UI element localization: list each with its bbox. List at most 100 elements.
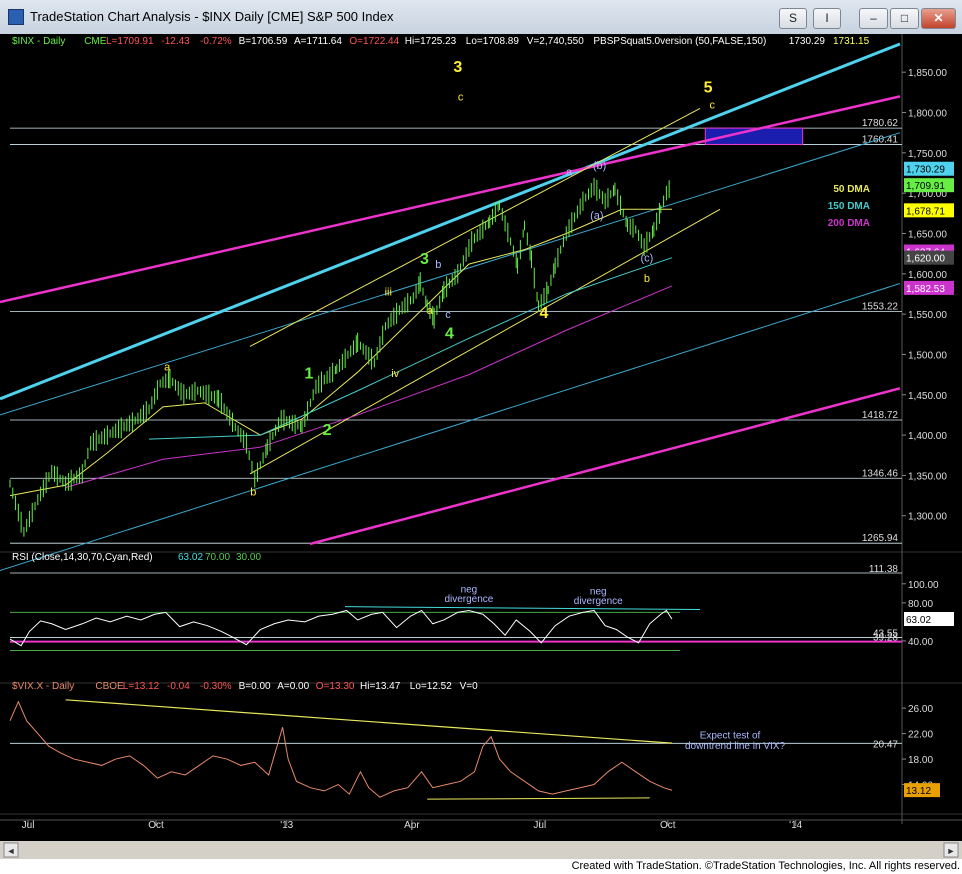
horizontal-scrollbar — [0, 841, 962, 859]
price-axis-tick-label: 1,400.00 — [908, 431, 947, 442]
rsi-axis-tick-label: 100.00 — [908, 580, 939, 591]
vix-header-field: Hi=13.47 — [360, 681, 401, 692]
rsi-level-label: 39.28 — [873, 633, 898, 644]
price-header-field: -12.43 — [161, 36, 190, 47]
wave-label: (b) — [593, 160, 606, 172]
price-header-field: -0.72% — [200, 36, 232, 47]
price-header-field: CME — [84, 36, 107, 47]
wave-label: (c) — [640, 253, 653, 265]
price-axis-tick-label: 1,450.00 — [908, 391, 947, 402]
price-axis-tick-label: 1,600.00 — [908, 270, 947, 281]
rsi-current-tag: 63.02 — [906, 615, 931, 626]
price-level-label: 1346.46 — [862, 468, 899, 479]
minimize-button[interactable]: – — [859, 8, 888, 29]
maximize-button[interactable]: □ — [890, 8, 919, 29]
vix-header-field: -0.04 — [167, 681, 190, 692]
price-tag-label: 1,582.53 — [906, 284, 945, 295]
price-axis-tick-label: 1,550.00 — [908, 310, 947, 321]
price-level-label: 1780.62 — [862, 118, 899, 129]
rsi-header-overbought: 70.00 — [205, 552, 230, 563]
vix-axis-tick-label: 22.00 — [908, 730, 933, 741]
vix-header-field: CBOE — [95, 681, 124, 692]
price-tag-label: 1,730.29 — [906, 165, 945, 176]
price-tag-label: 1,620.00 — [906, 254, 945, 265]
price-axis-tick-label: 1,800.00 — [908, 109, 947, 120]
time-axis-tick-label: Apr — [404, 820, 420, 831]
rsi-header-value: 63.02 — [178, 552, 203, 563]
vix-header-field: B=0.00 — [239, 681, 271, 692]
time-axis-tick-label: Jul — [22, 820, 35, 831]
scroll-right-icon: ► — [947, 846, 956, 856]
price-axis-tick-label: 1,350.00 — [908, 471, 947, 482]
app-icon — [8, 9, 24, 25]
price-header-field: PBSPSquat5.0version (50,FALSE,150) — [593, 36, 766, 47]
vix-axis-tick-label: 18.00 — [908, 755, 933, 766]
wave-label: (a) — [590, 210, 603, 222]
wave-label: b — [435, 259, 441, 271]
price-header-field: B=1706.59 — [239, 36, 288, 47]
price-axis-tick-label: 1,500.00 — [908, 350, 947, 361]
price-level-label: 1418.72 — [862, 410, 899, 421]
vix-downtrend-line — [65, 699, 672, 744]
chart-svg: $INX - Daily CME L=1709.91 -12.43 -0.72% B=17… — [0, 34, 962, 859]
window-title: TradeStation Chart Analysis - $INX Daily… — [30, 9, 394, 24]
mid-cyan-trendline — [0, 132, 901, 416]
dma-legend-label: 150 DMA — [828, 201, 870, 212]
wave-label: 3 — [453, 59, 462, 76]
price-axis-tick-label: 1,300.00 — [908, 512, 947, 523]
rsi-header-name: RSI (Close,14,30,70,Cyan,Red) — [12, 552, 153, 563]
price-header-field: 1730.29 — [789, 36, 826, 47]
vix-current-tag: 13.12 — [906, 786, 931, 797]
dma-legend-label: 200 DMA — [828, 218, 870, 229]
wave-label: c — [445, 309, 451, 321]
vix-header-field: $VIX.X - Daily — [12, 681, 74, 692]
indicator-link-button[interactable]: I — [813, 8, 841, 29]
wave-label: 3 — [420, 251, 429, 268]
rsi-level-label: 111.38 — [869, 564, 899, 575]
wave-label: a — [566, 166, 573, 178]
vix-support-line — [427, 797, 650, 800]
rsi-axis-tick-label: 40.00 — [908, 637, 933, 648]
price-tag-label: 1,709.91 — [906, 181, 945, 192]
price-header-field: Hi=1725.23 — [405, 36, 457, 47]
upper-cyan-trendline — [0, 42, 901, 401]
vix-series-line — [9, 700, 673, 798]
close-button[interactable]: ✕ — [921, 8, 956, 29]
wave-label: 5 — [704, 79, 713, 96]
wave-label: a — [427, 305, 434, 317]
scroll-left-icon: ◄ — [7, 846, 16, 856]
wave-label: a — [164, 362, 171, 374]
vix-header-field: V=0 — [460, 681, 479, 692]
moving-average-line — [149, 257, 673, 440]
vix-header-field: -0.30% — [200, 681, 232, 692]
rsi-annotation: divergence — [574, 596, 623, 607]
price-header-field: L=1709.91 — [106, 36, 154, 47]
wave-label: 1 — [305, 366, 314, 383]
time-axis-tick-label: Oct — [660, 820, 676, 831]
price-level-label: 1760.41 — [862, 134, 899, 145]
wave-label: iv — [391, 368, 399, 380]
vix-annotation: downtrend line in VIX? — [685, 741, 786, 752]
upper-magenta-trendline — [0, 95, 901, 304]
price-header-field: Lo=1708.89 — [466, 36, 520, 47]
dma-legend-label: 50 DMA — [833, 184, 870, 195]
price-header-field: A=1711.64 — [294, 36, 342, 47]
price-axis-tick-label: 1,850.00 — [908, 68, 947, 79]
wave-label: c — [710, 99, 716, 111]
footer-credit: Created with TradeStation. ©TradeStation… — [0, 859, 962, 874]
footer-text: Created with TradeStation. ©TradeStation… — [571, 860, 960, 872]
symbol-link-button[interactable]: S — [779, 8, 807, 29]
vix-header-field: L=13.12 — [123, 681, 160, 692]
time-axis-tick-label: '14 — [789, 820, 802, 831]
vix-header-field: O=13.30 — [316, 681, 355, 692]
lower-magenta-trendline — [309, 387, 901, 546]
rsi-axis-tick-label: 80.00 — [908, 599, 933, 610]
chart-area[interactable]: $INX - Daily CME L=1709.91 -12.43 -0.72% B=17… — [0, 34, 962, 859]
wave-label: b — [644, 273, 650, 285]
moving-average-line — [9, 208, 672, 497]
price-header-field: $INX - Daily — [12, 36, 65, 47]
wave-label: 4 — [540, 305, 549, 322]
vix-header-field: Lo=12.52 — [410, 681, 452, 692]
price-level-label: 1265.94 — [862, 533, 899, 544]
price-level-label: 1553.22 — [862, 302, 899, 313]
